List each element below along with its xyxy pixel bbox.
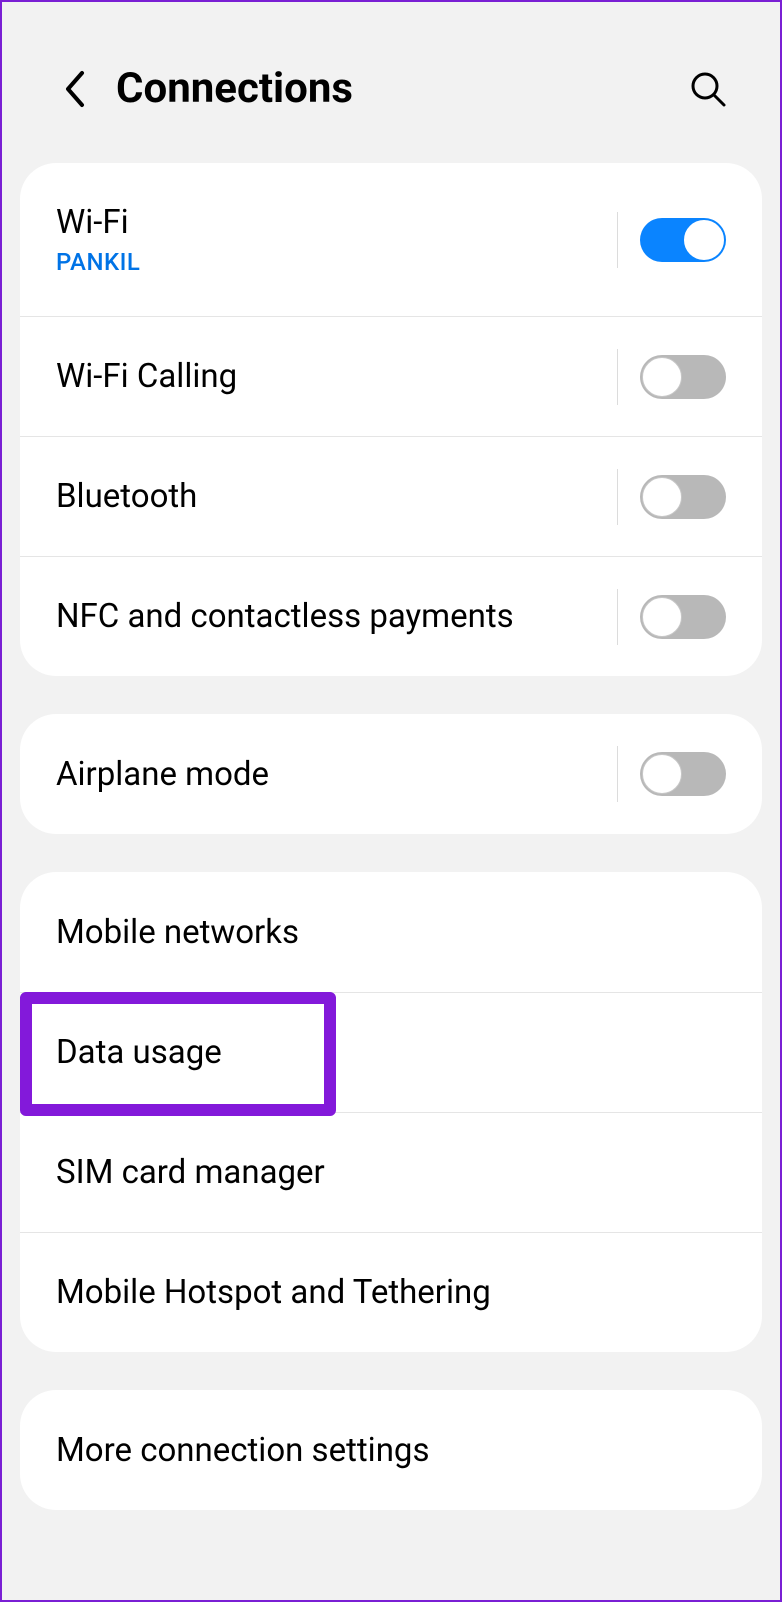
row-title: Data usage	[56, 1033, 726, 1072]
settings-group-1: Wi-Fi PANKIL Wi-Fi Calling Bluetooth NFC…	[20, 163, 762, 676]
row-wifi[interactable]: Wi-Fi PANKIL	[20, 163, 762, 316]
row-text: Mobile Hotspot and Tethering	[56, 1273, 726, 1312]
row-title: Wi-Fi	[56, 203, 603, 242]
row-more-connection[interactable]: More connection settings	[20, 1390, 762, 1510]
header: Connections	[2, 2, 780, 163]
toggle-separator	[617, 212, 618, 268]
toggle-separator	[617, 349, 618, 405]
wifi-network-name: PANKIL	[56, 248, 603, 276]
row-text: More connection settings	[56, 1431, 726, 1470]
row-data-usage[interactable]: Data usage	[20, 992, 762, 1112]
wifi-calling-toggle[interactable]	[640, 355, 726, 399]
row-text: Data usage	[56, 1033, 726, 1072]
row-title: Mobile networks	[56, 913, 726, 952]
row-text: Wi-Fi PANKIL	[56, 203, 603, 276]
row-title: Bluetooth	[56, 477, 603, 516]
row-title: Airplane mode	[56, 755, 603, 794]
row-title: Wi-Fi Calling	[56, 357, 603, 396]
row-wifi-calling[interactable]: Wi-Fi Calling	[20, 316, 762, 436]
row-text: Mobile networks	[56, 913, 726, 952]
nfc-toggle[interactable]	[640, 595, 726, 639]
settings-group-3: Mobile networks Data usage SIM card mana…	[20, 872, 762, 1352]
row-sim-manager[interactable]: SIM card manager	[20, 1112, 762, 1232]
bluetooth-toggle[interactable]	[640, 475, 726, 519]
settings-group-2: Airplane mode	[20, 714, 762, 834]
toggle-separator	[617, 589, 618, 645]
chevron-left-icon	[62, 69, 86, 109]
settings-group-4: More connection settings	[20, 1390, 762, 1510]
airplane-toggle[interactable]	[640, 752, 726, 796]
wifi-toggle[interactable]	[640, 218, 726, 262]
back-button[interactable]	[50, 65, 98, 113]
row-mobile-networks[interactable]: Mobile networks	[20, 872, 762, 992]
row-text: Bluetooth	[56, 477, 603, 516]
row-title: SIM card manager	[56, 1153, 726, 1192]
row-title: Mobile Hotspot and Tethering	[56, 1273, 726, 1312]
row-bluetooth[interactable]: Bluetooth	[20, 436, 762, 556]
toggle-separator	[617, 469, 618, 525]
row-text: Airplane mode	[56, 755, 603, 794]
row-title: NFC and contactless payments	[56, 597, 603, 636]
row-text: SIM card manager	[56, 1153, 726, 1192]
search-icon	[688, 69, 728, 109]
row-title: More connection settings	[56, 1431, 726, 1470]
row-hotspot[interactable]: Mobile Hotspot and Tethering	[20, 1232, 762, 1352]
search-button[interactable]	[684, 65, 732, 113]
row-text: Wi-Fi Calling	[56, 357, 603, 396]
row-text: NFC and contactless payments	[56, 597, 603, 636]
toggle-separator	[617, 746, 618, 802]
row-airplane[interactable]: Airplane mode	[20, 714, 762, 834]
page-title: Connections	[116, 64, 684, 113]
row-nfc[interactable]: NFC and contactless payments	[20, 556, 762, 676]
